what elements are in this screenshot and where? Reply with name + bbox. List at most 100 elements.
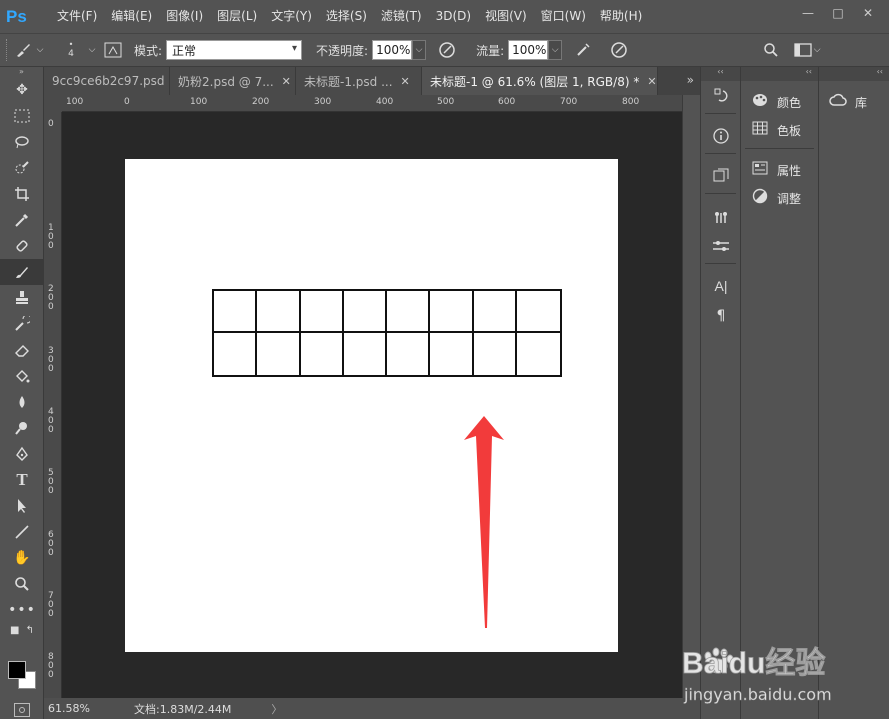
opacity-dropdown-icon[interactable]: ⌵ xyxy=(412,40,427,60)
photoshop-logo: Ps xyxy=(6,6,27,26)
menu-image[interactable]: 图像(I) xyxy=(159,0,210,33)
pressure-size-icon[interactable] xyxy=(608,39,630,61)
mode-select[interactable]: 正常 ▾ xyxy=(166,40,303,60)
pressure-opacity-icon[interactable] xyxy=(436,39,458,61)
quick-selection-tool-icon[interactable] xyxy=(0,155,44,181)
status-menu-icon[interactable]: 〉 xyxy=(271,701,282,717)
search-icon[interactable] xyxy=(760,39,782,61)
history-panel-icon[interactable] xyxy=(701,81,741,111)
3d-panel-icon[interactable] xyxy=(701,161,741,191)
flow-dropdown-icon[interactable]: ⌵ xyxy=(548,40,563,60)
swap-arrow-icon[interactable]: ↰ xyxy=(26,625,34,636)
vertical-scrollbar[interactable] xyxy=(682,95,700,698)
menu-window[interactable]: 窗口(W) xyxy=(534,0,593,33)
menu-type[interactable]: 文字(Y) xyxy=(264,0,319,33)
swap-colors-icon[interactable]: ■ ↰ xyxy=(0,623,44,637)
panel-swatches[interactable]: 色板 xyxy=(741,116,818,144)
close-icon[interactable]: ✕ xyxy=(855,4,881,22)
brush-presets-icon[interactable] xyxy=(701,231,741,261)
path-selection-tool-icon[interactable] xyxy=(0,493,44,519)
clone-stamp-tool-icon[interactable] xyxy=(0,285,44,311)
panel-color[interactable]: 颜色 xyxy=(741,88,818,116)
ruler-tick: 500 xyxy=(437,97,455,107)
hand-tool-icon[interactable]: ✋ xyxy=(0,545,44,571)
menu-list: 文件(F) 编辑(E) 图像(I) 图层(L) 文字(Y) 选择(S) 滤镜(T… xyxy=(50,0,649,33)
pen-tool-icon[interactable] xyxy=(0,441,44,467)
horizontal-ruler[interactable]: 100 0 100 200 300 400 500 600 700 800 xyxy=(62,95,682,112)
opacity-input[interactable]: 100% xyxy=(372,40,413,60)
collapse-icon[interactable]: ‹‹ xyxy=(701,67,740,81)
more-tabs-icon[interactable]: » xyxy=(687,73,694,87)
close-icon[interactable]: ✕ xyxy=(401,75,410,88)
ruler-tick: 2 0 0 xyxy=(48,284,54,312)
tab-document[interactable]: 未标题-1.psd ... ✕ xyxy=(296,67,422,95)
brush-tool-icon[interactable] xyxy=(0,259,44,285)
tab-document[interactable]: 9cc9ce6b2c97.psd✕ xyxy=(44,67,182,95)
default-colors-icon[interactable]: ■ xyxy=(10,625,19,636)
menu-edit[interactable]: 编辑(E) xyxy=(104,0,159,33)
info-panel-icon[interactable] xyxy=(701,121,741,151)
ruler-tick: 400 xyxy=(376,97,394,107)
menu-view[interactable]: 视图(V) xyxy=(478,0,534,33)
tab-document[interactable]: 奶粉2.psd @ 7... ✕ xyxy=(170,67,296,95)
healing-brush-tool-icon[interactable] xyxy=(0,233,44,259)
mode-label: 模式: xyxy=(134,43,163,58)
workspace-icon[interactable]: ⌵ xyxy=(792,39,822,61)
grid-cell xyxy=(344,333,387,375)
tab-document-active[interactable]: 未标题-1 @ 61.6% (图层 1, RGB/8) * ✕ xyxy=(422,67,658,95)
options-bar: ⌵ • 4 ⌵ 模式: 正常 ▾ 不透明度: 100% ⌵ 流量: 100% ⌵… xyxy=(0,33,889,67)
brush-panel-icon[interactable] xyxy=(102,39,124,61)
flow-label: 流量: xyxy=(476,43,505,58)
brush-size-value: 4 xyxy=(68,49,74,59)
crop-tool-icon[interactable] xyxy=(0,181,44,207)
panel-properties[interactable]: 属性 xyxy=(741,156,818,184)
eyedropper-tool-icon[interactable] xyxy=(0,207,44,233)
foreground-color-swatch[interactable] xyxy=(8,661,26,679)
paint-bucket-tool-icon[interactable] xyxy=(0,363,44,389)
type-tool-icon[interactable]: T xyxy=(0,467,44,493)
grid-cell xyxy=(430,333,474,375)
brush-preset-icon[interactable] xyxy=(12,39,34,61)
brush-settings-icon[interactable] xyxy=(701,201,741,231)
line-tool-icon[interactable] xyxy=(0,519,44,545)
vertical-ruler[interactable]: 0 1 0 0 2 0 0 3 0 0 4 0 0 5 0 0 6 0 0 7 … xyxy=(44,112,62,698)
menu-3d[interactable]: 3D(D) xyxy=(429,0,478,33)
canvas-workspace[interactable] xyxy=(62,112,682,698)
dodge-tool-icon[interactable] xyxy=(0,415,44,441)
quick-mask-icon[interactable] xyxy=(14,703,30,717)
chevron-down-icon[interactable]: ⌵ xyxy=(34,39,46,61)
menu-file[interactable]: 文件(F) xyxy=(50,0,104,33)
minimize-icon[interactable]: — xyxy=(795,4,821,22)
flow-input[interactable]: 100% xyxy=(508,40,549,60)
close-icon[interactable]: ✕ xyxy=(282,75,291,88)
history-brush-tool-icon[interactable] xyxy=(0,311,44,337)
move-tool-icon[interactable]: ✥ xyxy=(0,77,44,103)
blur-tool-icon[interactable] xyxy=(0,389,44,415)
character-panel-icon[interactable]: A| xyxy=(701,271,741,301)
ruler-tick: 100 xyxy=(190,97,208,107)
collapse-icon[interactable]: ‹‹ xyxy=(741,67,818,81)
menu-help[interactable]: 帮助(H) xyxy=(593,0,649,33)
airbrush-icon[interactable] xyxy=(572,39,594,61)
menu-filter[interactable]: 滤镜(T) xyxy=(374,0,429,33)
marquee-tool-icon[interactable] xyxy=(0,103,44,129)
lasso-tool-icon[interactable] xyxy=(0,129,44,155)
paragraph-panel-icon[interactable]: ¶ xyxy=(701,301,741,331)
zoom-level[interactable]: 61.58% xyxy=(48,702,92,715)
menu-layer[interactable]: 图层(L) xyxy=(210,0,264,33)
panel-library[interactable]: 库 xyxy=(819,88,889,116)
more-tools-icon[interactable]: ••• xyxy=(0,597,44,623)
collapse-icon[interactable]: » xyxy=(0,67,43,77)
panel-divider xyxy=(705,263,736,269)
brush-size-picker[interactable]: • 4 xyxy=(56,39,86,61)
menu-select[interactable]: 选择(S) xyxy=(319,0,374,33)
panel-divider xyxy=(705,193,736,199)
close-icon[interactable]: ✕ xyxy=(647,75,656,88)
collapse-icon[interactable]: ‹‹ xyxy=(819,67,889,81)
zoom-tool-icon[interactable] xyxy=(0,571,44,597)
panel-adjustments[interactable]: 调整 xyxy=(741,184,818,212)
maximize-icon[interactable]: □ xyxy=(825,4,851,22)
eraser-tool-icon[interactable] xyxy=(0,337,44,363)
document-canvas[interactable] xyxy=(125,159,618,652)
chevron-down-icon[interactable]: ⌵ xyxy=(86,39,98,61)
